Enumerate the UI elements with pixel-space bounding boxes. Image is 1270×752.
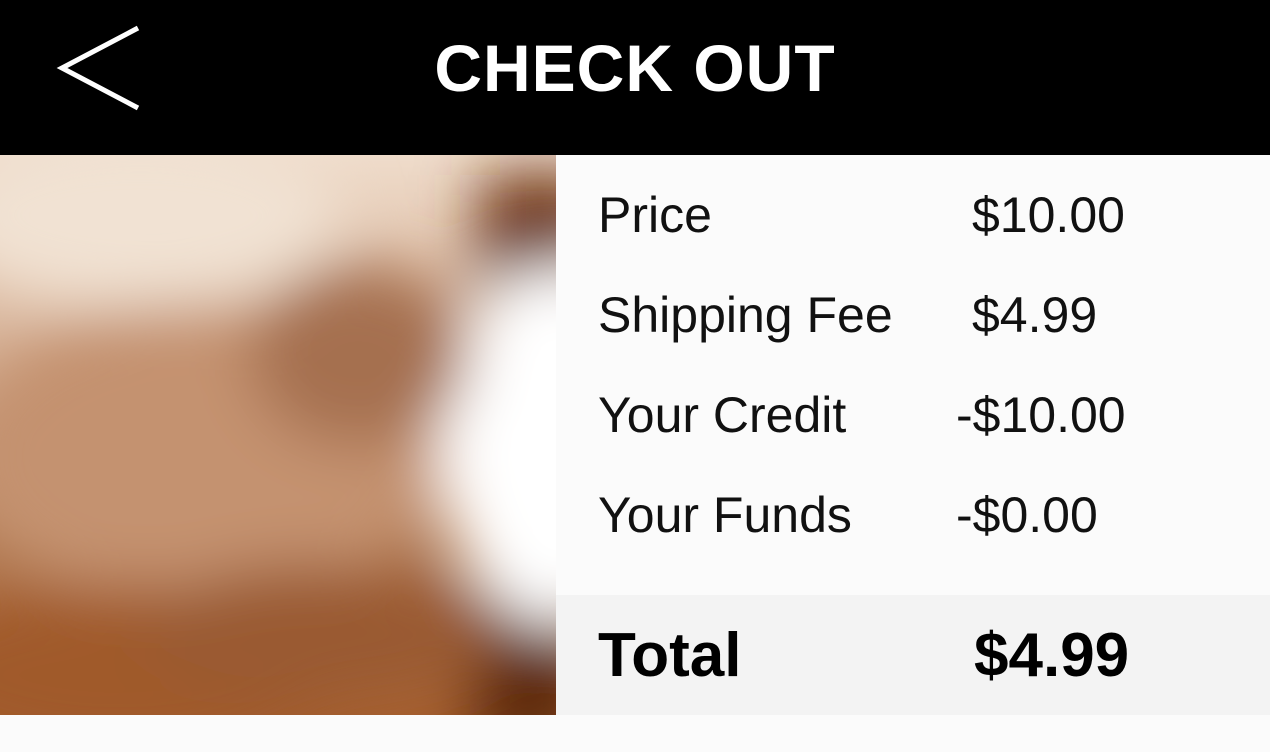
total-row: Total $4.99 (556, 595, 1270, 715)
price-label: Price (598, 187, 712, 243)
top-bar: CHECK OUT (0, 0, 1270, 155)
funds-label: Your Funds (598, 487, 852, 543)
credit-label: Your Credit (598, 387, 847, 443)
total-label: Total (598, 621, 742, 690)
total-value: $4.99 (974, 621, 1130, 690)
funds-value: -$0.00 (956, 487, 1098, 543)
product-image[interactable] (0, 155, 556, 715)
summary-row-funds: Your Funds -$0.00 (556, 455, 1270, 555)
summary-row-price: Price $10.00 (556, 155, 1270, 255)
summary-row-credit: Your Credit -$10.00 (556, 355, 1270, 455)
page-title: CHECK OUT (434, 31, 836, 105)
shipping-fee-value: $4.99 (972, 287, 1098, 343)
credit-value: -$10.00 (956, 387, 1126, 443)
summary-row-shipping: Shipping Fee $4.99 (556, 255, 1270, 355)
order-summary: Price $10.00 Shipping Fee $4.99 Your Cre… (556, 155, 1270, 595)
footer-space (0, 715, 1270, 752)
price-value: $10.00 (972, 187, 1125, 243)
shipping-fee-label: Shipping Fee (598, 287, 893, 343)
